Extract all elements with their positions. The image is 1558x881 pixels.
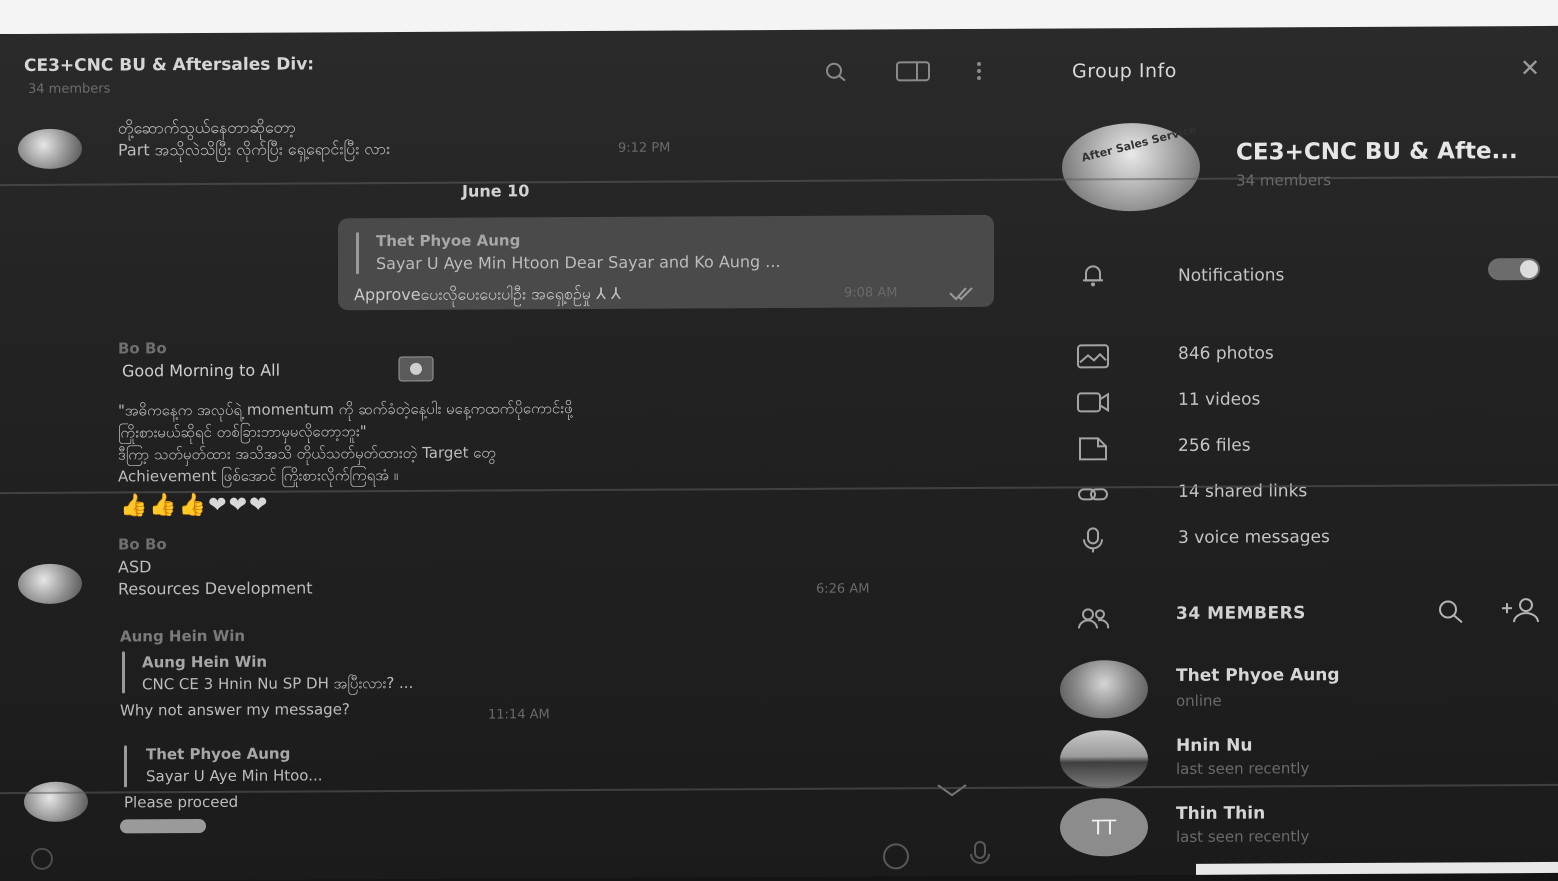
more-icon[interactable] (972, 59, 986, 83)
avatar[interactable] (24, 782, 88, 822)
close-icon[interactable]: ✕ (1520, 54, 1540, 82)
avatar[interactable] (18, 564, 82, 604)
message-text: Approveပေးလိုပေးပေးပါဦး အရှေ့စဉ်မှု ⅄ ⅄ (354, 283, 621, 308)
bell-icon (1076, 260, 1110, 288)
group-member-count: 34 members (1236, 171, 1331, 189)
message-time: 9:12 PM (618, 141, 670, 156)
members-icon (1076, 604, 1110, 632)
read-check-icon (948, 285, 978, 301)
member-status: last seen recently (1176, 759, 1309, 778)
group-name: CE3+CNC BU & Afte... (1236, 138, 1518, 165)
chat-title[interactable]: CE3+CNC BU & Aftersales Div: (24, 54, 314, 76)
group-info-title: Group Info (1072, 60, 1177, 83)
link-icon (1076, 480, 1110, 508)
reply-bar (124, 745, 127, 787)
reply-quote: Sayar U Aye Min Htoon Dear Sayar and Ko … (376, 252, 781, 273)
photos-link[interactable]: 846 photos (1178, 343, 1274, 364)
emoji-reactions: 👍👍👍❤❤❤ (120, 493, 269, 519)
message-text: ကြိုးစားမယ်ဆိုရင် တစ်ခြားဘာမှမလိုတော့ဘူး… (118, 422, 367, 445)
member-status: last seen recently (1176, 827, 1309, 846)
message-sender[interactable]: Bo Bo (118, 339, 167, 357)
outgoing-message-bubble[interactable]: Thet Phyoe Aung Sayar U Aye Min Htoon De… (338, 215, 994, 310)
image-icon (398, 356, 434, 382)
videos-link[interactable]: 11 videos (1178, 389, 1260, 409)
search-icon[interactable] (822, 60, 850, 84)
mic-button-icon[interactable] (966, 839, 994, 871)
member-name[interactable]: Hnin Nu (1176, 736, 1253, 756)
columns-icon[interactable] (895, 59, 931, 83)
message-sender[interactable]: Bo Bo (118, 535, 167, 553)
message-time: 9:08 AM (844, 285, 897, 300)
message-time: 6:26 AM (816, 582, 869, 597)
voice-messages-link[interactable]: 3 voice messages (1178, 527, 1330, 548)
reply-sender: Thet Phyoe Aung (376, 231, 520, 250)
message-text: Achievement ဖြစ်အောင် ကြိုးစားလိုက်ကြရအံ… (118, 466, 398, 489)
emoji-icon[interactable] (876, 841, 916, 871)
message-text: Part အသိုလဲသိပြီး လိုက်ပြီး ရှေ့ရောင်းပြ… (118, 138, 390, 163)
video-icon (1076, 388, 1110, 416)
avatar[interactable] (18, 129, 82, 169)
message-text: Why not answer my message? (120, 700, 350, 719)
group-info-panel: Group Info ✕ After Sales Service CE3+CNC… (1040, 26, 1558, 876)
reply-quote: CNC CE 3 Hnin Nu SP DH အပြီးလား? ... (142, 674, 413, 697)
group-avatar-text: After Sales Service (1080, 123, 1198, 165)
reply-bar (356, 232, 359, 274)
message-time: 11:14 AM (488, 707, 550, 722)
message-text: Please proceed (124, 793, 238, 812)
photo-bottom-edge (1196, 862, 1558, 875)
reply-sender: Aung Hein Win (142, 653, 267, 672)
group-avatar[interactable]: After Sales Service (1062, 123, 1200, 212)
mic-icon (1076, 526, 1110, 554)
message-text: "အဓိကနေ့က အလုပ်ရဲ့ momentum ကို ဆက်ခံတဲ့… (118, 399, 573, 423)
member-status: online (1176, 692, 1222, 710)
scroll-down-icon[interactable] (934, 781, 970, 799)
members-header: 34 MEMBERS (1176, 603, 1306, 624)
add-member-icon[interactable] (1500, 596, 1542, 624)
files-link[interactable]: 256 files (1178, 436, 1251, 456)
photo-icon (1076, 342, 1110, 370)
attach-icon[interactable] (28, 846, 56, 872)
message-text: ဒီကြာ့ သတ်မှတ်ထား အသိအသိ တိုယ်သတ်မှတ်ထား… (118, 443, 496, 467)
telegram-window: CE3+CNC BU & Aftersales Div: 34 members … (0, 26, 1558, 881)
date-separator: June 10 (462, 181, 529, 200)
member-name[interactable]: Thet Phyoe Aung (1176, 665, 1340, 686)
shared-links-link[interactable]: 14 shared links (1178, 481, 1307, 502)
member-name[interactable]: Thin Thin (1176, 803, 1265, 823)
chat-member-count: 34 members (28, 82, 110, 97)
notifications-toggle[interactable] (1488, 258, 1540, 280)
message-text: Resources Development (118, 578, 313, 598)
file-icon (1076, 434, 1110, 462)
sticker-preview[interactable] (120, 819, 206, 833)
reply-bar (122, 651, 125, 693)
member-avatar[interactable] (1060, 660, 1148, 718)
message-text: Good Morning to All (122, 361, 280, 381)
member-avatar[interactable] (1060, 730, 1148, 788)
reply-quote: Sayar U Aye Min Htoo... (146, 766, 323, 785)
reply-sender: Thet Phyoe Aung (146, 745, 290, 764)
chat-panel: CE3+CNC BU & Aftersales Div: 34 members … (0, 29, 1040, 881)
search-members-icon[interactable] (1436, 598, 1466, 624)
member-avatar[interactable]: TT (1060, 798, 1148, 856)
message-sender[interactable]: Aung Hein Win (120, 627, 245, 646)
message-text: ASD (118, 557, 151, 576)
notifications-label: Notifications (1178, 265, 1284, 286)
